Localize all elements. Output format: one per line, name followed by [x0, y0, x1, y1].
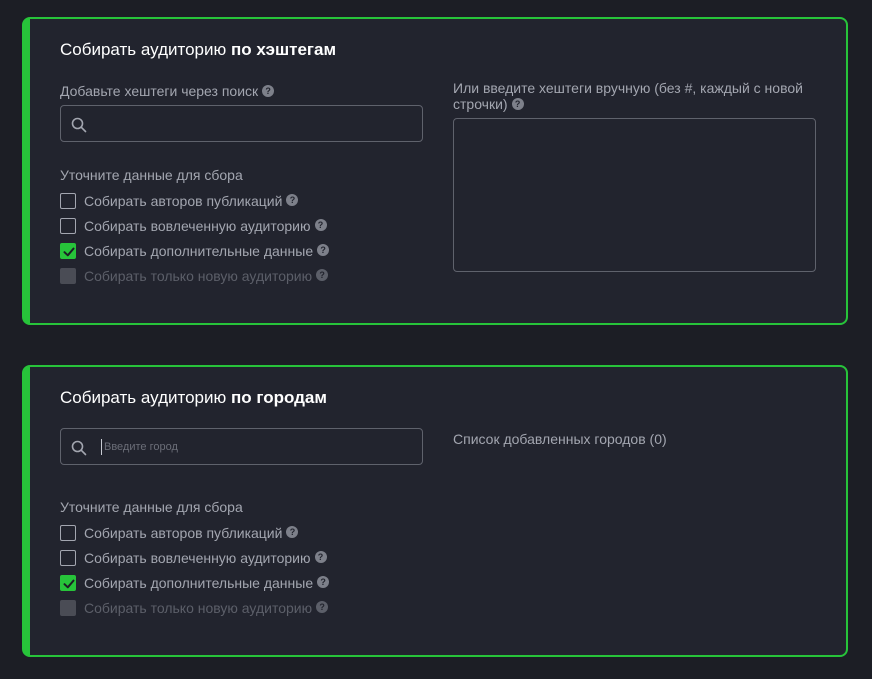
hashtags-card: Собирать аудиторию по хэштегам Добавьте … [22, 17, 848, 325]
help-icon[interactable]: ? [314, 551, 327, 563]
checkbox[interactable] [60, 218, 76, 234]
check-icon [63, 247, 75, 257]
option-collect-authors[interactable]: Собирать авторов публикаций? [60, 524, 299, 542]
city-search-input[interactable] [104, 437, 404, 457]
text-caret [101, 439, 102, 455]
card-title: Собирать аудиторию по хэштегам [60, 40, 337, 59]
option-collect-engaged[interactable]: Собирать вовлеченную аудиторию? [60, 217, 327, 235]
checkbox[interactable] [60, 193, 76, 209]
option-collect-new-only: Собирать только новую аудиторию? [60, 267, 329, 285]
city-search-field[interactable] [60, 428, 423, 465]
hashtag-search-input[interactable] [101, 114, 401, 134]
checkbox-disabled [60, 600, 76, 616]
option-collect-new-only: Собирать только новую аудиторию? [60, 599, 329, 617]
checkbox[interactable] [60, 550, 76, 566]
added-cities-label: Список добавленных городов (0) [453, 431, 667, 447]
search-icon [71, 440, 87, 456]
card-title: Собирать аудиторию по городам [60, 388, 327, 407]
search-icon [71, 117, 87, 133]
manual-input-label: Или введите хештеги вручную (без #, кажд… [453, 80, 803, 112]
help-icon[interactable]: ? [317, 576, 330, 588]
checkbox-disabled [60, 268, 76, 284]
option-collect-engaged[interactable]: Собирать вовлеченную аудиторию? [60, 549, 327, 567]
checkbox[interactable] [60, 525, 76, 541]
option-collect-extra-data[interactable]: Собирать дополнительные данные? [60, 574, 330, 592]
checkbox-checked[interactable] [60, 243, 76, 259]
option-collect-authors[interactable]: Собирать авторов публикаций? [60, 192, 299, 210]
help-icon[interactable]: ? [314, 219, 327, 231]
help-icon[interactable]: ? [286, 194, 299, 206]
options-label: Уточните данные для сбора [60, 167, 243, 183]
help-icon: ? [316, 601, 329, 613]
checkbox-checked[interactable] [60, 575, 76, 591]
option-collect-extra-data[interactable]: Собирать дополнительные данные? [60, 242, 330, 260]
help-icon[interactable]: ? [262, 85, 275, 98]
check-icon [63, 579, 75, 589]
manual-hashtags-textarea[interactable] [453, 118, 816, 272]
options-label: Уточните данные для сбора [60, 499, 243, 515]
help-icon[interactable]: ? [286, 526, 299, 538]
hashtag-search-field[interactable] [60, 105, 423, 142]
search-label: Добавьте хештеги через поиск? [60, 83, 275, 99]
help-icon[interactable]: ? [511, 98, 524, 111]
help-icon[interactable]: ? [317, 244, 330, 256]
help-icon: ? [316, 269, 329, 281]
cities-card: Собирать аудиторию по городам Список доб… [22, 365, 848, 657]
